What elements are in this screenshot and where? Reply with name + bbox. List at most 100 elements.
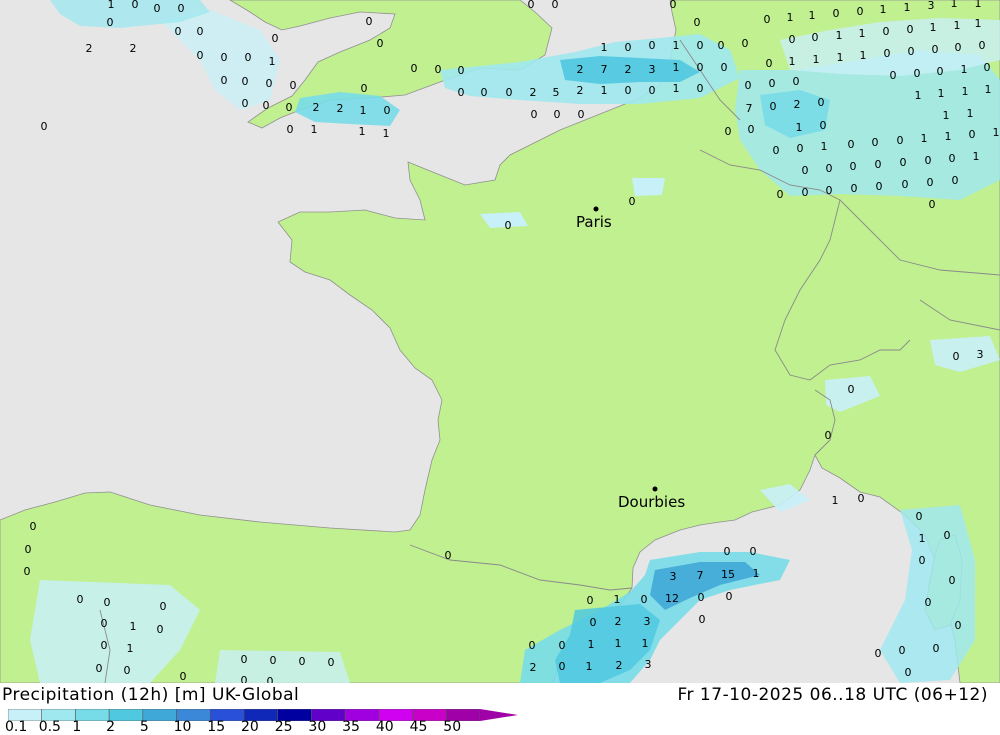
precip-value: 12 [665, 592, 679, 605]
precip-value: 0 [242, 97, 249, 110]
precip-value: 0 [979, 39, 986, 52]
dourbies-marker-icon [652, 486, 658, 492]
precip-value: 0 [872, 136, 879, 149]
precip-value: 0 [908, 45, 915, 58]
precip-value: 0 [764, 13, 771, 26]
precip-value: 5 [553, 86, 560, 99]
precip-value: 0 [721, 61, 728, 74]
precip-value: 1 [993, 126, 1000, 139]
footer: Precipitation (12h) [m] UK-Global Fr 17-… [0, 683, 1000, 735]
precip-value: 0 [625, 84, 632, 97]
precip-value: 0 [933, 642, 940, 655]
precip-value: 3 [670, 570, 677, 583]
precip-value: 0 [777, 188, 784, 201]
precip-value: 1 [860, 49, 867, 62]
precip-value: 0 [766, 57, 773, 70]
precip-value: 1 [130, 620, 137, 633]
precip-value: 0 [178, 2, 185, 15]
precip-value: 1 [967, 107, 974, 120]
precip-value: 0 [848, 138, 855, 151]
precip-value: 0 [157, 623, 164, 636]
precip-value: 0 [411, 62, 418, 75]
precip-value: 0 [825, 429, 832, 442]
precip-value: 0 [529, 639, 536, 652]
precip-value: 0 [724, 545, 731, 558]
precip-value: 1 [588, 638, 595, 651]
precip-value: 1 [787, 11, 794, 24]
precip-value: 0 [793, 75, 800, 88]
precip-value: 1 [311, 123, 318, 136]
precip-value: 0 [641, 593, 648, 606]
precip-value: 0 [748, 123, 755, 136]
precip-value: 0 [287, 123, 294, 136]
precip-value: 0 [820, 119, 827, 132]
precip-value: 0 [241, 674, 248, 683]
precip-value: 0 [554, 108, 561, 121]
precip-value: 0 [559, 660, 566, 673]
precip-value: 0 [101, 639, 108, 652]
precip-value: 0 [267, 675, 274, 683]
precip-value: 3 [649, 63, 656, 76]
precip-value: 0 [505, 219, 512, 232]
precip-value: 0 [377, 37, 384, 50]
precip-value: 1 [821, 140, 828, 153]
precip-value: 0 [952, 174, 959, 187]
precip-value: 0 [884, 47, 891, 60]
precip-value: 0 [649, 39, 656, 52]
precip-value: 1 [915, 89, 922, 102]
precip-value: 15 [721, 568, 735, 581]
precip-value: 0 [916, 510, 923, 523]
precip-value: 0 [107, 16, 114, 29]
precip-value: 0 [328, 656, 335, 669]
precip-value: 0 [899, 644, 906, 657]
precip-value: 0 [802, 186, 809, 199]
precip-value: 1 [836, 29, 843, 42]
precip-value: 0 [458, 64, 465, 77]
precip-value: 1 [642, 637, 649, 650]
precip-value: 1 [614, 593, 621, 606]
precip-value: 0 [670, 0, 677, 11]
paris-marker-icon [593, 206, 599, 212]
precip-value: 1 [601, 84, 608, 97]
precipitation-map: 1 0 0 0 0 0 0 0 2 2 0 0 0 1 0 0 0 0 0 0 0 0 0 2 2 1 0 0 0 1 1 1 0 0 0 0 0 0 0 2… [0, 0, 1000, 683]
precip-value: 0 [905, 666, 912, 679]
precip-value: 0 [458, 86, 465, 99]
precip-value: 7 [697, 569, 704, 582]
precip-value: 2 [313, 101, 320, 114]
precip-value: 0 [272, 32, 279, 45]
precip-value: 0 [506, 86, 513, 99]
precip-value: 0 [769, 77, 776, 90]
precip-value: 0 [96, 662, 103, 675]
precip-value: 0 [590, 616, 597, 629]
precip-value: 0 [290, 79, 297, 92]
precip-value: 0 [900, 156, 907, 169]
precip-value: 7 [746, 102, 753, 115]
precip-value: 1 [938, 87, 945, 100]
precip-value: 0 [221, 51, 228, 64]
precip-value: 0 [745, 79, 752, 92]
precip-value: 0 [180, 670, 187, 683]
precip-value: 0 [826, 162, 833, 175]
precip-value: 0 [907, 23, 914, 36]
precip-value: 2 [337, 102, 344, 115]
city-label-dourbies: Dourbies [618, 493, 685, 511]
precip-value: 1 [954, 19, 961, 32]
precip-value: 7 [601, 63, 608, 76]
map-title: Precipitation (12h) [m] UK-Global [2, 685, 300, 705]
precip-value: 1 [359, 125, 366, 138]
precip-value: 1 [809, 9, 816, 22]
precip-value: 2 [615, 615, 622, 628]
precip-value: 0 [698, 591, 705, 604]
precip-value: 0 [625, 41, 632, 54]
precip-value: 0 [742, 37, 749, 50]
precip-value: 0 [876, 180, 883, 193]
precip-value: 1 [360, 104, 367, 117]
precip-value: 0 [649, 84, 656, 97]
precip-value: 0 [949, 152, 956, 165]
precip-value: 0 [104, 596, 111, 609]
precip-value: 1 [859, 27, 866, 40]
precip-value: 0 [857, 5, 864, 18]
precip-value: 0 [528, 0, 535, 11]
precip-value: 0 [270, 654, 277, 667]
precip-value: 0 [384, 104, 391, 117]
